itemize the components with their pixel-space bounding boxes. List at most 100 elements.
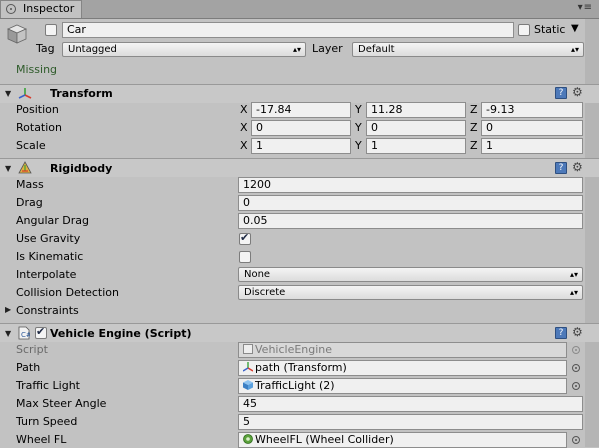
layer-dropdown[interactable]: Default ▴▾ xyxy=(352,42,584,57)
inspector-icon xyxy=(6,4,16,14)
vehicle-engine-enabled-checkbox[interactable] xyxy=(35,325,47,339)
foldout-arrow-icon[interactable]: ▼ xyxy=(5,329,11,338)
tab-label: Inspector xyxy=(23,2,75,15)
traffic-light-label: Traffic Light xyxy=(16,379,80,392)
gear-icon[interactable]: ⚙ xyxy=(572,85,583,99)
dropdown-arrows-icon: ▴▾ xyxy=(569,288,578,297)
help-icon[interactable]: ? xyxy=(555,327,567,339)
wheel-fl-field[interactable]: WheelFL (Wheel Collider) xyxy=(238,432,567,448)
static-label: Static xyxy=(534,23,566,36)
script-field: VehicleEngine xyxy=(238,342,567,358)
axis-z-label[interactable]: Z xyxy=(470,121,478,134)
collision-detection-label: Collision Detection xyxy=(16,286,120,299)
axis-y-label[interactable]: Y xyxy=(355,121,362,134)
layer-label: Layer xyxy=(312,42,343,55)
position-z-field[interactable]: -9.13 xyxy=(481,102,583,118)
transform-icon xyxy=(18,87,32,101)
foldout-arrow-icon[interactable]: ▼ xyxy=(5,89,11,98)
is-kinematic-checkbox[interactable] xyxy=(239,251,251,263)
axis-x-label[interactable]: X xyxy=(240,103,248,116)
rigidbody-title: Rigidbody xyxy=(50,162,113,175)
interpolate-dropdown[interactable]: None ▴▾ xyxy=(238,267,583,282)
static-checkbox[interactable] xyxy=(518,24,530,36)
use-gravity-checkbox[interactable] xyxy=(239,231,251,245)
object-picker-icon[interactable] xyxy=(572,382,580,390)
mass-label: Mass xyxy=(16,178,44,191)
tag-dropdown[interactable]: Untagged ▴▾ xyxy=(62,42,306,57)
max-steer-angle-field[interactable]: 45 xyxy=(238,396,583,412)
axis-z-label[interactable]: Z xyxy=(470,103,478,116)
constraints-label[interactable]: Constraints xyxy=(16,304,79,317)
rotation-x-field[interactable]: 0 xyxy=(251,120,351,136)
dropdown-arrows-icon: ▴▾ xyxy=(570,45,579,54)
scale-x-field[interactable]: 1 xyxy=(251,138,351,154)
angular-drag-label: Angular Drag xyxy=(16,214,89,227)
active-checkbox[interactable] xyxy=(45,24,57,36)
rotation-label: Rotation xyxy=(16,121,63,134)
max-steer-angle-label: Max Steer Angle xyxy=(16,397,107,410)
object-picker-icon[interactable] xyxy=(572,346,580,354)
position-x-field[interactable]: -17.84 xyxy=(251,102,351,118)
layer-value: Default xyxy=(358,44,395,55)
tag-label: Tag xyxy=(36,42,55,55)
script-icon: C# xyxy=(18,326,32,340)
foldout-arrow-icon[interactable]: ▼ xyxy=(5,164,11,173)
axis-y-label[interactable]: Y xyxy=(355,139,362,152)
turn-speed-label: Turn Speed xyxy=(16,415,78,428)
path-value: path (Transform) xyxy=(255,361,347,374)
help-icon[interactable]: ? xyxy=(555,162,567,174)
interpolate-value: None xyxy=(244,269,271,280)
traffic-light-field[interactable]: TrafficLight (2) xyxy=(238,378,567,394)
object-picker-icon[interactable] xyxy=(572,364,580,372)
gear-icon[interactable]: ⚙ xyxy=(572,160,583,174)
scale-label: Scale xyxy=(16,139,46,152)
scale-y-field[interactable]: 1 xyxy=(366,138,466,154)
interpolate-label: Interpolate xyxy=(16,268,77,281)
mass-field[interactable]: 1200 xyxy=(238,177,583,193)
drag-label: Drag xyxy=(16,196,43,209)
axis-z-label[interactable]: Z xyxy=(470,139,478,152)
collision-detection-dropdown[interactable]: Discrete ▴▾ xyxy=(238,285,583,300)
turn-speed-field[interactable]: 5 xyxy=(238,414,583,430)
missing-text: Missing xyxy=(16,63,58,76)
rotation-z-field[interactable]: 0 xyxy=(481,120,583,136)
static-dropdown-icon[interactable]: ▼ xyxy=(571,23,579,34)
drag-field[interactable]: 0 xyxy=(238,195,583,211)
svg-text:C#: C# xyxy=(21,331,30,339)
position-y-field[interactable]: 11.28 xyxy=(366,102,466,118)
script-label: Script xyxy=(16,343,48,356)
is-kinematic-label: Is Kinematic xyxy=(16,250,84,263)
position-label: Position xyxy=(16,103,59,116)
prefab-cube-icon xyxy=(243,380,253,390)
dropdown-arrows-icon: ▴▾ xyxy=(569,270,578,279)
gameobject-icon xyxy=(6,23,28,45)
axis-y-label[interactable]: Y xyxy=(355,103,362,116)
rotation-y-field[interactable]: 0 xyxy=(366,120,466,136)
tab-inspector[interactable]: Inspector xyxy=(0,0,82,18)
wheel-fl-label: Wheel FL xyxy=(16,433,67,446)
tab-bar: Inspector ▾≡ xyxy=(0,0,599,19)
wheel-fl-value: WheelFL (Wheel Collider) xyxy=(255,433,394,446)
traffic-light-value: TrafficLight (2) xyxy=(255,379,335,392)
help-icon[interactable]: ? xyxy=(555,87,567,99)
axis-x-label[interactable]: X xyxy=(240,139,248,152)
constraints-foldout-icon[interactable]: ▶ xyxy=(5,305,11,314)
path-label: Path xyxy=(16,361,41,374)
tab-menu-icon[interactable]: ▾≡ xyxy=(578,2,593,13)
collision-detection-value: Discrete xyxy=(244,287,286,298)
rigidbody-icon xyxy=(18,161,32,175)
vehicle-engine-title: Vehicle Engine (Script) xyxy=(50,327,192,340)
script-value: VehicleEngine xyxy=(255,343,333,356)
axis-x-label[interactable]: X xyxy=(240,121,248,134)
dropdown-arrows-icon: ▴▾ xyxy=(292,45,301,54)
wheel-collider-icon xyxy=(243,434,253,444)
scale-z-field[interactable]: 1 xyxy=(481,138,583,154)
tag-value: Untagged xyxy=(68,44,117,55)
path-field[interactable]: path (Transform) xyxy=(238,360,567,376)
gear-icon[interactable]: ⚙ xyxy=(572,325,583,339)
angular-drag-field[interactable]: 0.05 xyxy=(238,213,583,229)
use-gravity-label: Use Gravity xyxy=(16,232,81,245)
transform-icon xyxy=(242,362,254,372)
object-picker-icon[interactable] xyxy=(572,436,580,444)
gameobject-name-field[interactable]: Car xyxy=(62,22,514,38)
